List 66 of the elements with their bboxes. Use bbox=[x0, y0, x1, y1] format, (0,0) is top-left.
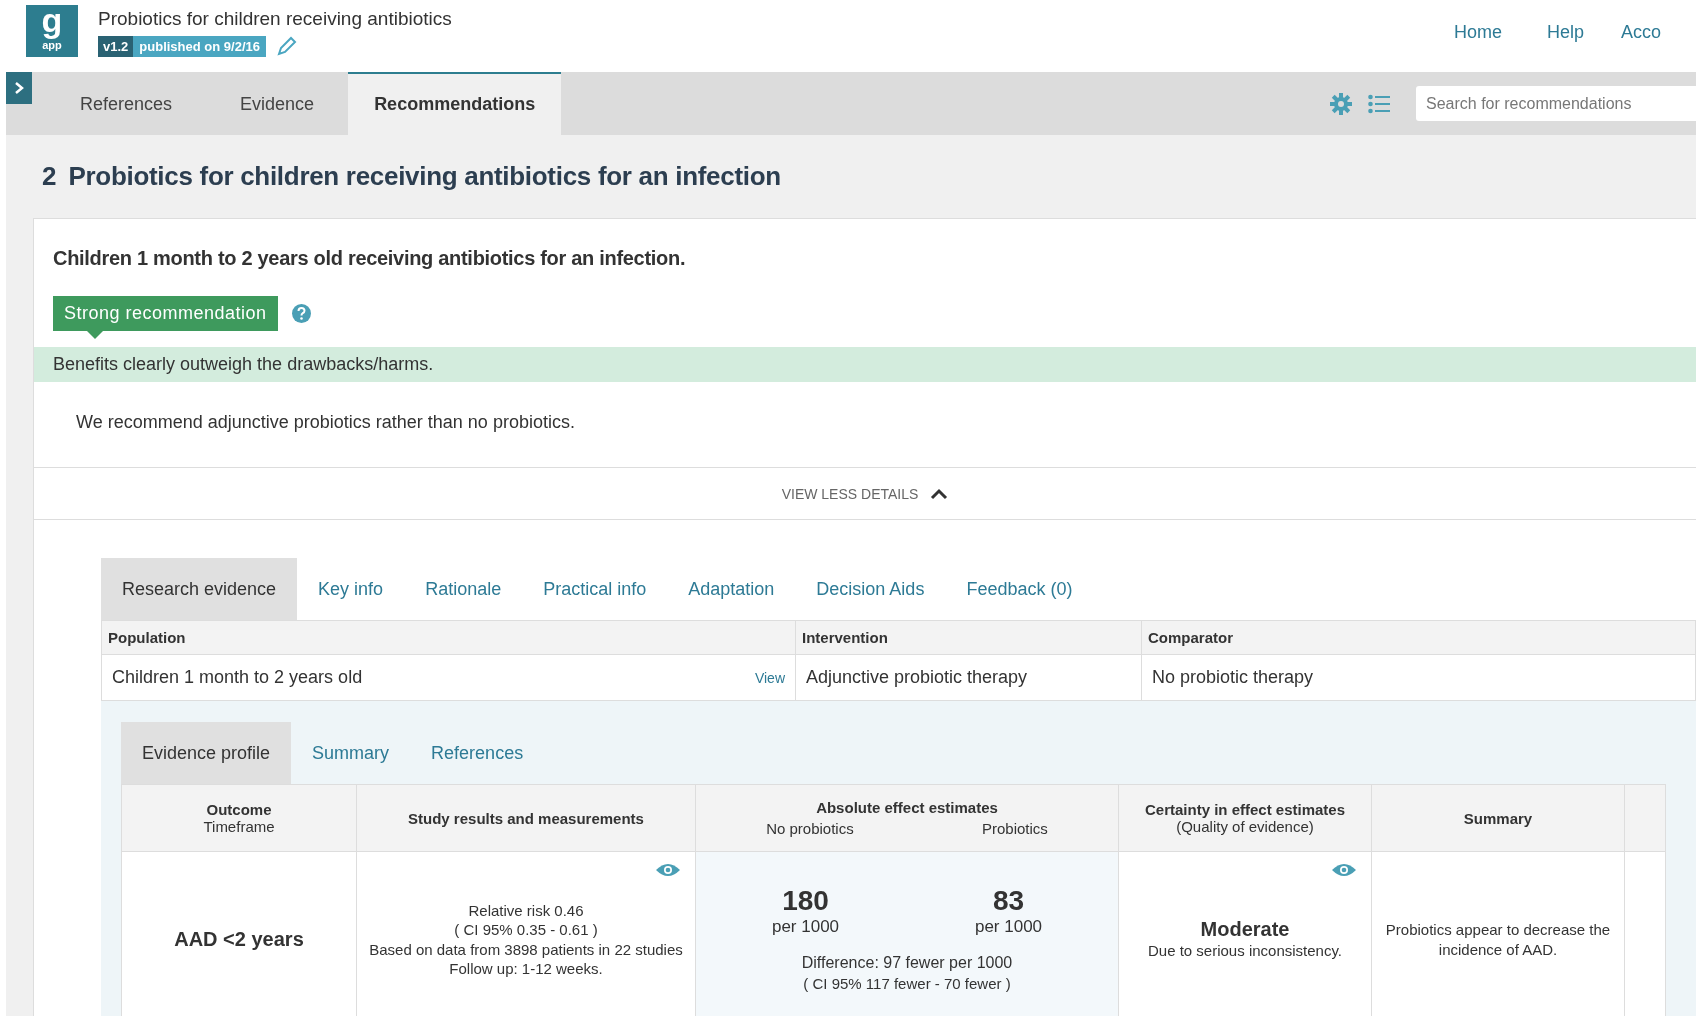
recommendation-question: Children 1 month to 2 years old receiving antibiotics for an infection. bbox=[52, 246, 687, 270]
nav-tab[interactable]: Evidence bbox=[206, 72, 349, 135]
chevron-icon[interactable] bbox=[13, 81, 25, 95]
profile-tab[interactable]: Evidence profile bbox=[121, 722, 292, 784]
column-subheader: No probiotics bbox=[766, 820, 854, 837]
profile-tab[interactable]: References bbox=[410, 722, 545, 784]
strength-badge: Strong recommendation bbox=[53, 296, 278, 331]
study-result-text: Follow up: 1-12 weeks. bbox=[448, 959, 604, 979]
study-result-text: ( CI 95% 0.35 - 0.61 ) bbox=[453, 920, 599, 940]
version-badge: v1.2 bbox=[98, 35, 134, 57]
certainty-rating: Moderate bbox=[1199, 918, 1291, 942]
chevron-icon[interactable] bbox=[930, 487, 949, 500]
search-field[interactable]: Search for recommendations bbox=[1416, 86, 1696, 121]
sidebar-toggle-button[interactable] bbox=[6, 72, 32, 104]
detail-tab[interactable]: Rationale bbox=[404, 558, 523, 620]
column-header: Intervention bbox=[796, 620, 1142, 655]
risk-unit: per 1000 bbox=[771, 917, 840, 938]
treatment-risk: 83 bbox=[991, 885, 1026, 918]
population-text: Children 1 month to 2 years old bbox=[112, 667, 363, 688]
document-title: Probiotics for children receiving antibiotics bbox=[98, 8, 452, 30]
nav-tab[interactable]: References bbox=[46, 72, 207, 135]
detail-tab[interactable]: Key info bbox=[297, 558, 405, 620]
study-result-text: Based on data from 3898 patients in 22 studies bbox=[368, 939, 684, 959]
nav-link[interactable]: Home bbox=[1454, 22, 1502, 43]
detail-tab[interactable]: Decision Aids bbox=[795, 558, 946, 620]
pencil-icon[interactable] bbox=[275, 35, 298, 57]
detail-tab[interactable]: Research evidence bbox=[101, 558, 298, 620]
column-header: Population bbox=[102, 620, 796, 655]
study-result-text: Relative risk 0.46 bbox=[467, 900, 585, 920]
column-subheader: Timeframe bbox=[202, 818, 276, 835]
column-header: Study results and measurements bbox=[356, 784, 696, 852]
app-logo[interactable]: g app bbox=[26, 5, 78, 57]
settings-icon[interactable] bbox=[1330, 92, 1352, 115]
column-subheader: Probiotics bbox=[982, 820, 1048, 837]
help-icon[interactable] bbox=[291, 304, 311, 323]
column-header: Comparator bbox=[1142, 620, 1696, 655]
certainty-reason: Due to serious inconsistency. bbox=[1147, 941, 1343, 961]
detail-tab[interactable]: Feedback (0) bbox=[945, 558, 1094, 620]
column-subheader: (Quality of evidence) bbox=[1175, 818, 1315, 835]
column-header: Absolute effect estimates bbox=[816, 799, 998, 816]
summary-text: Probiotics appear to decrease the incidence of AAD. bbox=[1384, 920, 1612, 959]
eye-icon[interactable] bbox=[655, 862, 681, 878]
difference-ci: ( CI 95% 117 fewer - 70 fewer ) bbox=[802, 974, 1012, 994]
list-icon[interactable] bbox=[1368, 93, 1390, 114]
risk-unit: per 1000 bbox=[974, 917, 1043, 938]
view-link[interactable]: View bbox=[754, 669, 785, 686]
benefit-band: Benefits clearly outweigh the drawbacks/harms. bbox=[34, 347, 1696, 382]
recommendation-text: We recommend adjunctive probiotics rather than no probiotics. bbox=[34, 382, 1696, 468]
difference-text: Difference: 97 fewer per 1000 bbox=[800, 953, 1014, 974]
detail-tab[interactable]: Practical info bbox=[522, 558, 668, 620]
recommendation-title: Probiotics for children receiving antibiotics for an infection bbox=[68, 161, 781, 192]
view-less-details-button[interactable]: VIEW LESS DETAILS bbox=[781, 485, 919, 502]
eye-icon[interactable] bbox=[1331, 862, 1357, 878]
nav-tab[interactable]: Recommendations bbox=[348, 72, 562, 135]
profile-tab[interactable]: Summary bbox=[291, 722, 411, 784]
column-header: Outcome bbox=[206, 801, 272, 818]
recommendation-number: 2 bbox=[42, 161, 57, 192]
detail-tab[interactable]: Adaptation bbox=[667, 558, 796, 620]
column-header: Certainty in effect estimates bbox=[1144, 801, 1346, 818]
nav-link[interactable]: Acco bbox=[1621, 22, 1662, 43]
published-badge: published on 9/2/16 bbox=[133, 35, 266, 57]
badge-pointer bbox=[87, 331, 103, 339]
column-header: Summary bbox=[1371, 784, 1625, 852]
outcome-name: AAD <2 years bbox=[174, 928, 304, 950]
nav-link[interactable]: Help bbox=[1547, 22, 1585, 43]
control-risk: 180 bbox=[781, 885, 830, 918]
